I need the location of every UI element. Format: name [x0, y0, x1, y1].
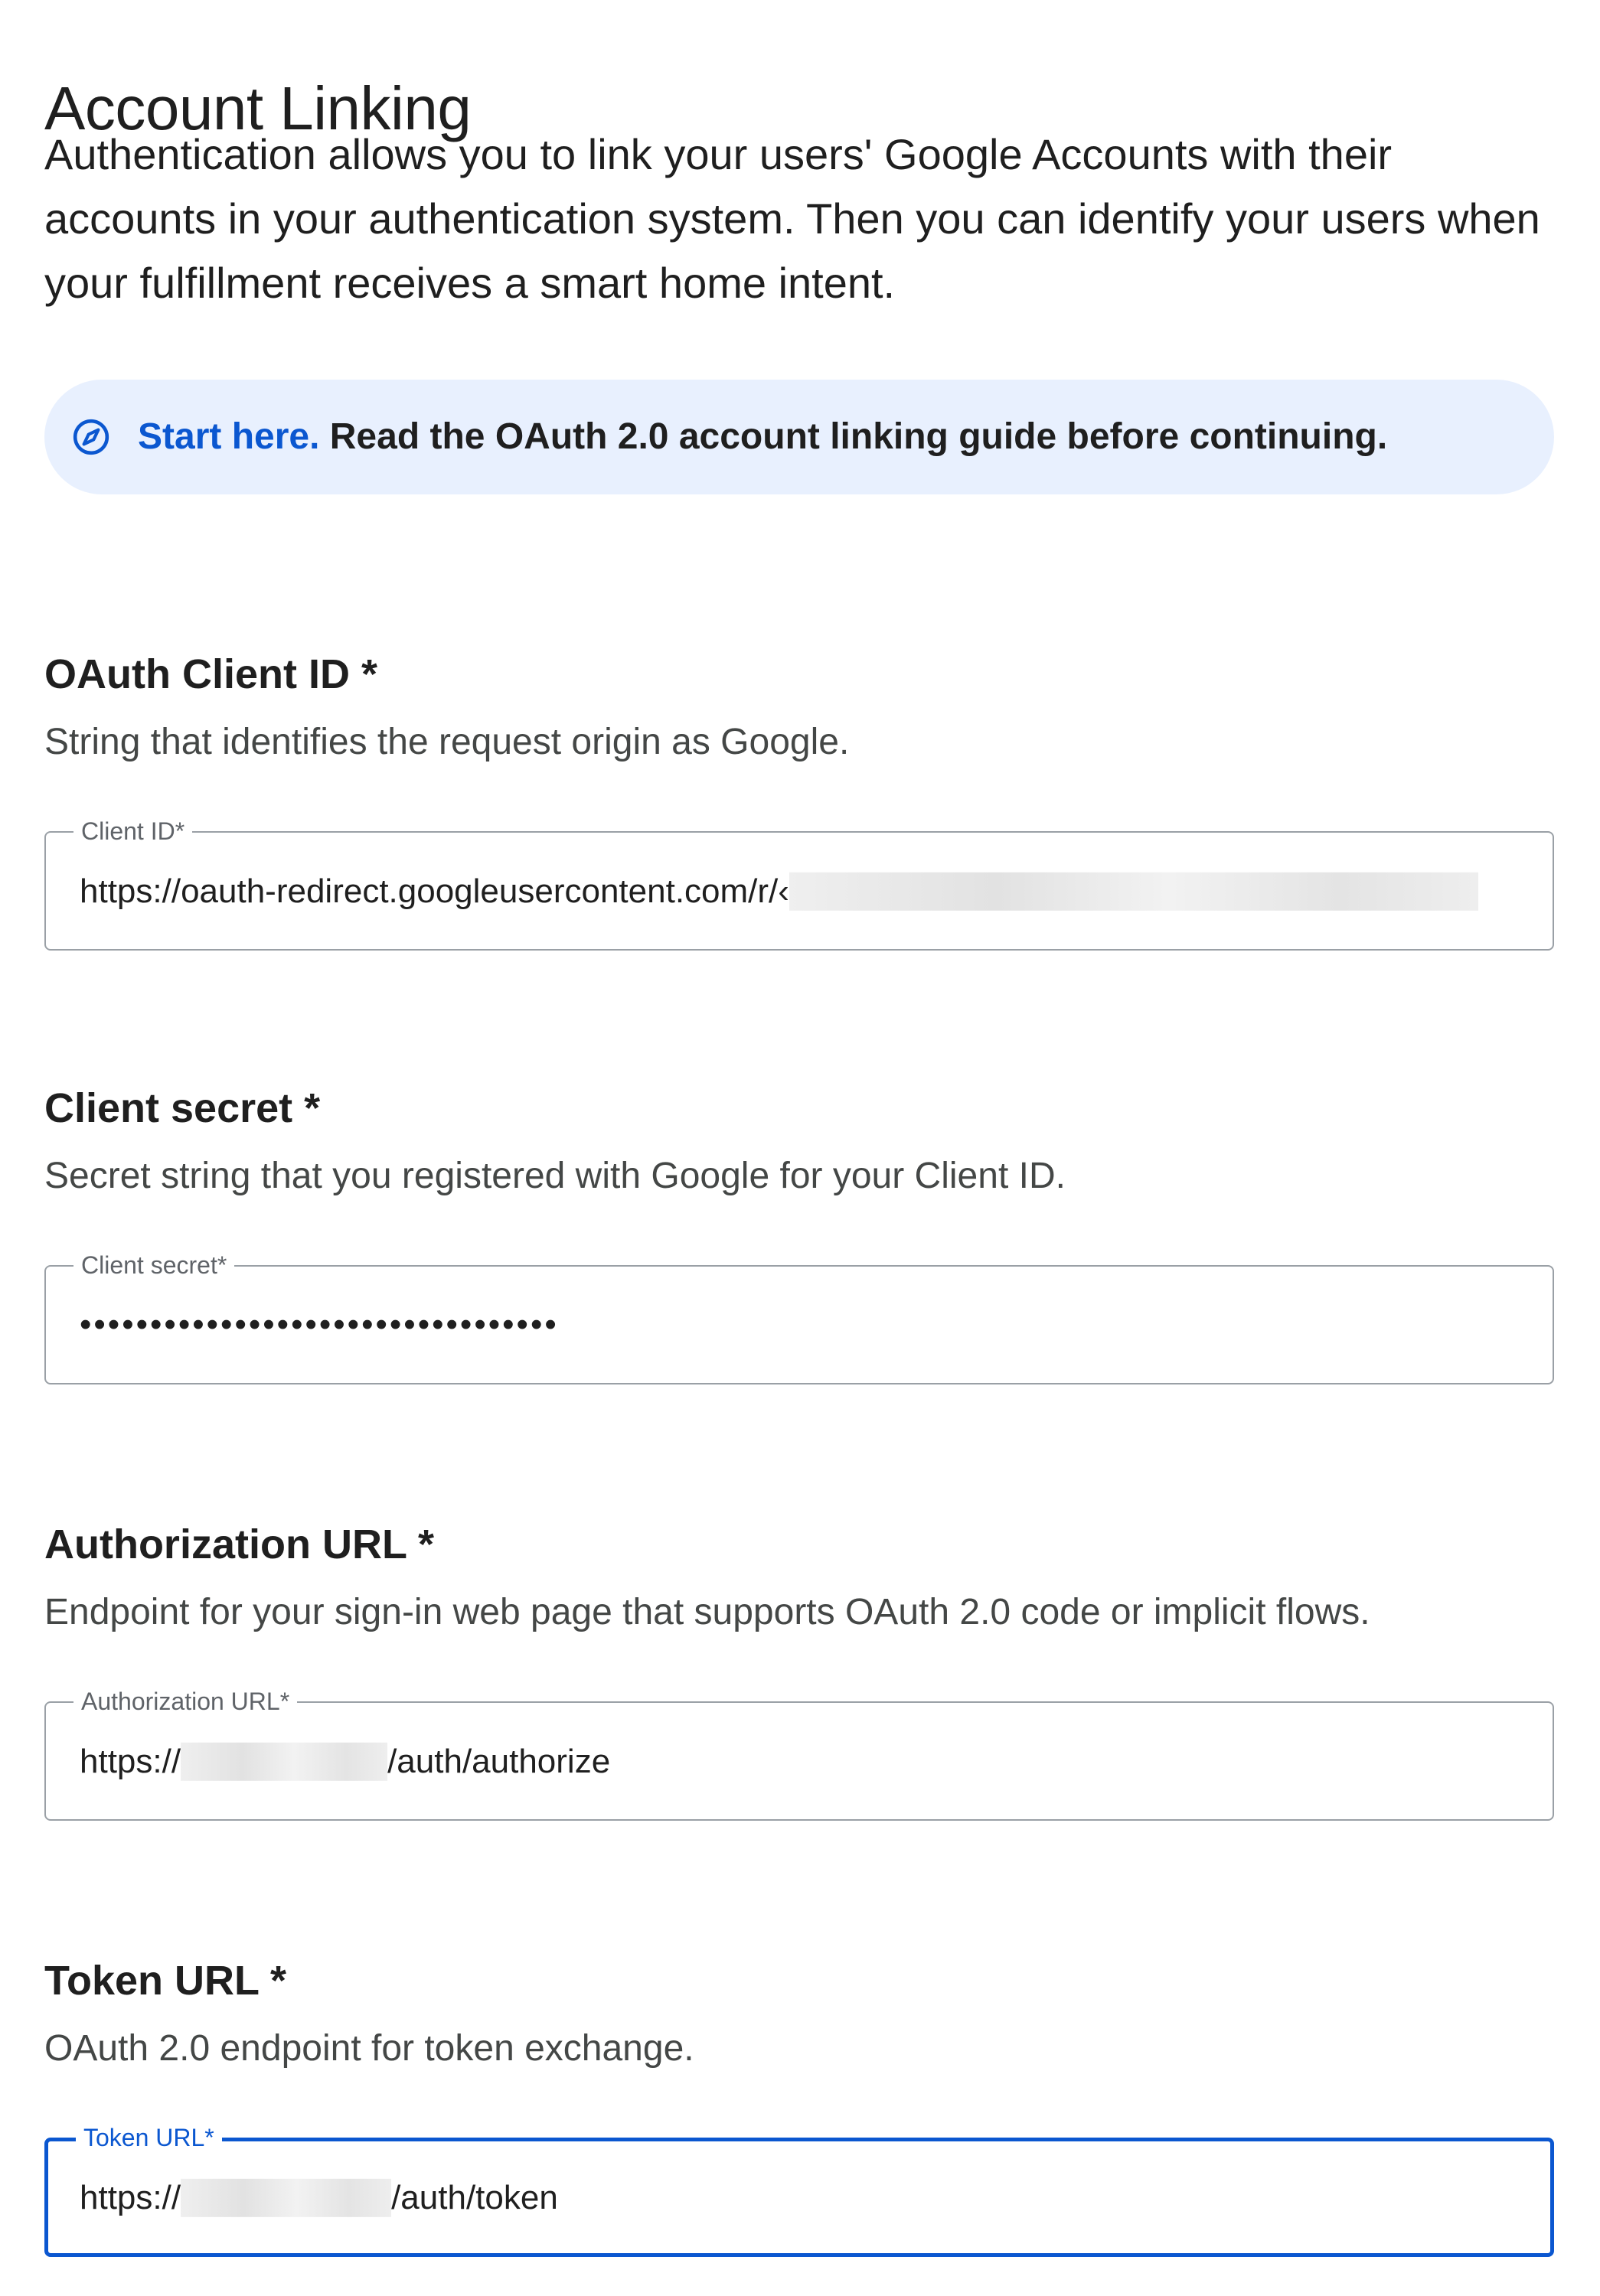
value-suffix: /auth/authorize	[387, 1743, 611, 1781]
client-secret-value[interactable]: ••••••••••••••••••••••••••••••••••	[80, 1303, 559, 1346]
field-label: Client secret*	[73, 1251, 235, 1279]
client-secret-field[interactable]: Client secret* •••••••••••••••••••••••••…	[44, 1251, 1554, 1384]
section-description: OAuth 2.0 endpoint for token exchange.	[44, 2028, 694, 2069]
value-prefix: https://	[80, 1743, 181, 1781]
section-heading: Token URL *	[44, 1958, 287, 2004]
redacted-region	[181, 2179, 392, 2218]
client-id-value[interactable]: https://oauth-redirect.googleusercontent…	[80, 869, 1478, 913]
value-prefix: https://oauth-redirect.googleusercontent…	[80, 872, 789, 911]
value-suffix: /auth/token	[391, 2179, 558, 2217]
section-description: String that identifies the request origi…	[44, 722, 850, 762]
authorization-url-field[interactable]: Authorization URL* https:// /auth/authori…	[44, 1688, 1554, 1821]
banner-message: Read the OAuth 2.0 account linking guide…	[329, 416, 1388, 457]
value-prefix: https://	[80, 2179, 181, 2217]
field-label: Authorization URL*	[73, 1688, 298, 1715]
redacted-region	[789, 872, 1478, 912]
token-url-value[interactable]: https:// /auth/token	[80, 2175, 558, 2219]
section-description: Endpoint for your sign-in web page that …	[44, 1592, 1370, 1632]
client-id-field[interactable]: Client ID* https://oauth-redirect.google…	[44, 817, 1554, 951]
section-heading: Authorization URL *	[44, 1521, 434, 1567]
section-heading: OAuth Client ID *	[44, 651, 377, 697]
section-description: Secret string that you registered with G…	[44, 1156, 1066, 1196]
token-url-field[interactable]: Token URL* https:// /auth/token	[44, 2124, 1554, 2257]
intro-text: Authentication allows you to link your u…	[44, 130, 1540, 307]
start-here-banner: Start here. Read the OAuth 2.0 account l…	[44, 380, 1554, 494]
banner-text: Start here. Read the OAuth 2.0 account l…	[138, 414, 1387, 460]
section-heading: Client secret *	[44, 1085, 321, 1131]
start-here-link[interactable]: Start here.	[138, 416, 319, 457]
redacted-region	[181, 1743, 388, 1782]
field-label: Client ID*	[73, 817, 193, 845]
compass-icon	[73, 419, 109, 455]
field-label: Token URL*	[76, 2124, 222, 2151]
authorization-url-value[interactable]: https:// /auth/authorize	[80, 1739, 610, 1783]
